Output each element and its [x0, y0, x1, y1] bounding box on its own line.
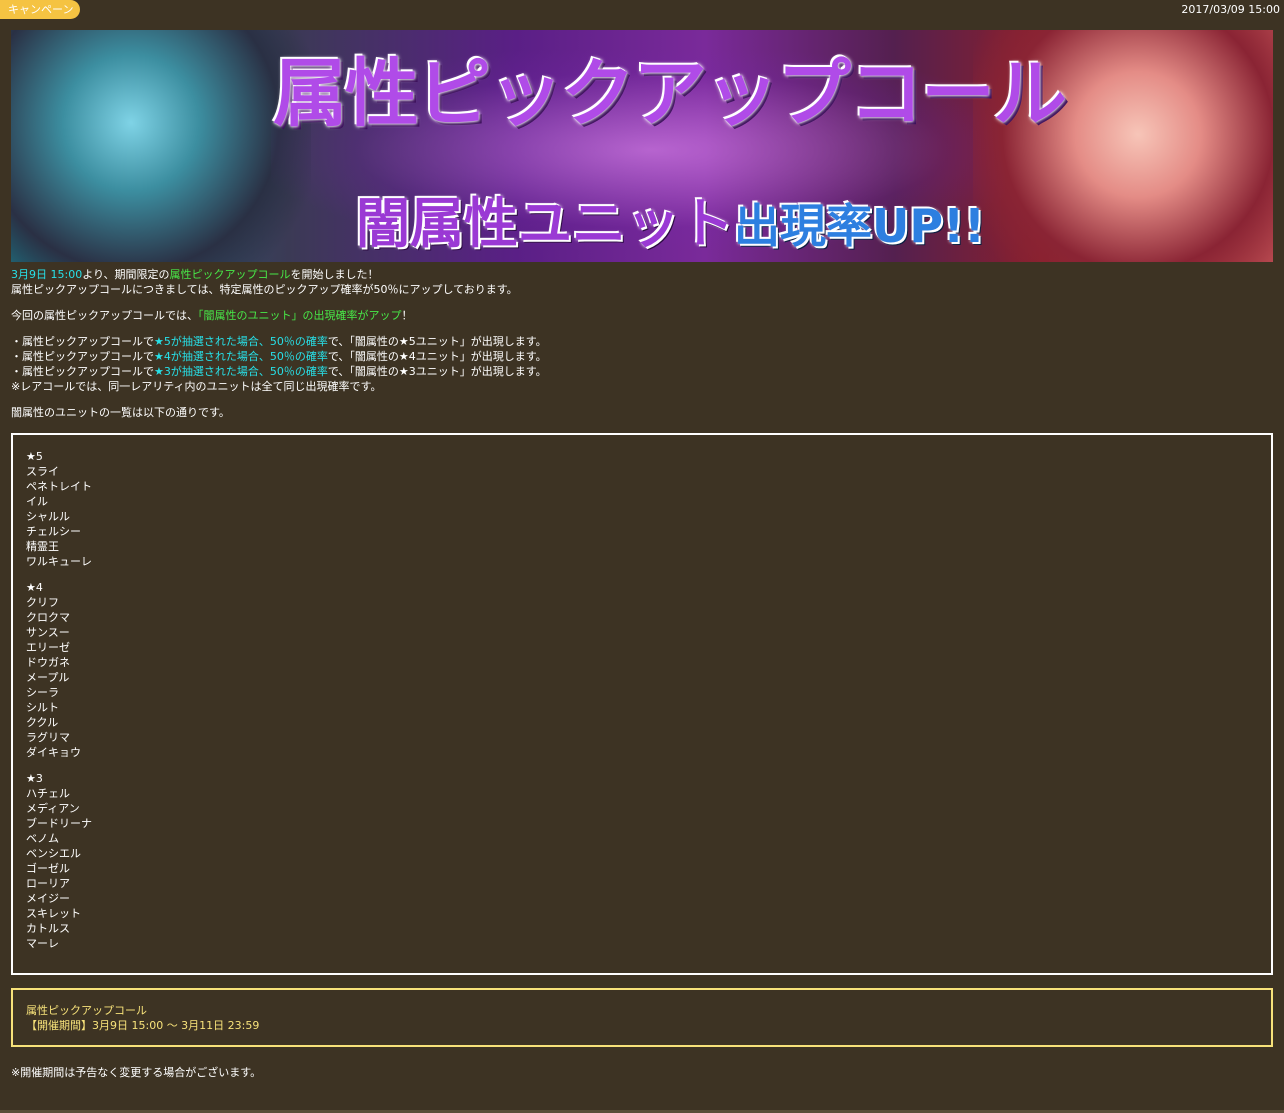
rate-line: ・属性ピックアップコールで★4が抽選された場合、50％の確率で、「闇属性の★4ユ…: [11, 350, 547, 363]
unit-name: メープル: [26, 671, 70, 684]
unit-name: ベンシエル: [26, 847, 81, 860]
event-period-box: 属性ピックアップコール 【開催期間】3月9日 15:00 ～ 3月11日 23:…: [11, 988, 1273, 1047]
rare-call-note: ※レアコールでは、同一レアリティ内のユニットは全て同じ出現確率です。: [11, 380, 382, 393]
schedule-note: ※開催期間は予告なく変更する場合がございます。: [11, 1066, 262, 1079]
unit-name: ラグリマ: [26, 731, 70, 744]
banner-subtitle-main: 闇属性ユニット: [356, 192, 734, 255]
unit-name: 精霊王: [26, 540, 59, 553]
rarity-heading: ★4: [26, 581, 43, 594]
unit-name: シーラ: [26, 686, 59, 699]
unit-name: ブードリーナ: [26, 817, 92, 830]
event-name-highlight: 属性ピックアップコール: [169, 268, 291, 281]
unit-name: ククル: [26, 716, 59, 729]
unit-name: マーレ: [26, 937, 59, 950]
unit-name: メディアン: [26, 802, 80, 815]
rate-suffix: で、「闇属性の★3ユニット」が出現します。: [327, 365, 547, 378]
unit-name: サンスー: [26, 626, 70, 639]
rate-suffix: で、「闇属性の★4ユニット」が出現します。: [327, 350, 547, 363]
unit-name: ベノム: [26, 832, 59, 845]
unit-name: ダイキョウ: [26, 746, 81, 759]
unit-name: メイジー: [26, 892, 70, 905]
rarity-heading: ★3: [26, 772, 43, 785]
rate-highlight: ★3が抽選された場合、50％の確率: [154, 365, 328, 378]
unit-list-box: ★5 スライペネトレイト イルシャルルチェルシー精霊王ワルキューレ ★4 クリフクロクマ…: [11, 433, 1273, 975]
unit-name: ドウガネ: [26, 656, 70, 669]
intro-text-end: を開始しました！: [290, 268, 379, 281]
intro-paragraph: 3月9日 15:00より、期間限定の属性ピックアップコールを開始しました！ 属性…: [11, 267, 1273, 297]
rarity-heading: ★5: [26, 450, 43, 463]
banner-subtitle: 闇属性ユニット出現率UP!!: [356, 184, 985, 262]
unit-name: カトルス: [26, 922, 70, 935]
banner-subtitle-up: 出現率UP!!: [734, 199, 986, 253]
rate-highlight: ★4が抽選された場合、50％の確率: [154, 350, 328, 363]
rate-line: ・属性ピックアップコールで★3が抽選された場合、50％の確率で、「闇属性の★3ユ…: [11, 365, 547, 378]
unit-name: クリフ: [26, 596, 59, 609]
start-time: 3月9日 15:00: [11, 268, 83, 281]
intro-text: より、期間限定の: [82, 268, 170, 281]
unit-name: ハチェル: [26, 787, 70, 800]
rate-prefix: ・属性ピックアップコールで: [11, 365, 154, 378]
banner-character-left: [11, 30, 311, 262]
unit-name: ローリア: [26, 877, 70, 890]
unit-name: エリーゼ: [26, 641, 70, 654]
rate-highlight: ★5が抽選された場合、50％の確率: [154, 335, 328, 348]
pickup-highlight: 「闇属性のユニット」の出現確率がアップ: [198, 309, 402, 322]
pickup-text-end: ！: [401, 309, 413, 322]
intro-line-2: 属性ピックアップコールにつきましては、特定属性のピックアップ確率が50％にアップ…: [11, 283, 518, 296]
period-range: 【開催期間】3月9日 15:00 ～ 3月11日 23:59: [26, 1019, 260, 1032]
unit-name: ワルキューレ: [26, 555, 92, 568]
top-bar: キャンペーン 2017/03/09 15:00: [0, 0, 1284, 20]
unit-name: ペネトレイト: [26, 480, 92, 493]
unit-name: ゴーゼル: [26, 862, 70, 875]
rate-prefix: ・属性ピックアップコールで: [11, 350, 154, 363]
period-title: 属性ピックアップコール: [26, 1004, 147, 1017]
rate-line: ・属性ピックアップコールで★5が抽選された場合、50％の確率で、「闇属性の★5ユ…: [11, 335, 547, 348]
rate-list: ・属性ピックアップコールで★5が抽選された場合、50％の確率で、「闇属性の★5ユ…: [11, 334, 1273, 394]
rate-prefix: ・属性ピックアップコールで: [11, 335, 154, 348]
banner-title: 属性ピックアップコール: [273, 51, 1067, 137]
article-body: 3月9日 15:00より、期間限定の属性ピックアップコールを開始しました！ 属性…: [11, 267, 1273, 431]
post-date: 2017/03/09 15:00: [1181, 3, 1280, 16]
unit-name: クロクマ: [26, 611, 70, 624]
unit-name: スライ: [26, 465, 59, 478]
pickup-text: 今回の属性ピックアップコールでは、: [11, 309, 198, 322]
unit-name: イル: [26, 495, 48, 508]
unit-name: スキレット: [26, 907, 81, 920]
event-banner: 属性ピックアップコール 闇属性ユニット出現率UP!!: [11, 30, 1273, 262]
pickup-paragraph: 今回の属性ピックアップコールでは、「闇属性のユニット」の出現確率がアップ！: [11, 308, 1273, 323]
unit-name: チェルシー: [26, 525, 81, 538]
category-tag[interactable]: キャンペーン: [0, 0, 80, 19]
unit-name: シルト: [26, 701, 59, 714]
unit-group: ★3 ハチェルメディアンブードリーナ ベノムベンシエルゴーゼルローリアメイジースキレ…: [26, 771, 1258, 951]
unit-group: ★4 クリフクロクマサンスーエリーゼドウガネメープルシーラシルトククルラグリマダイ…: [26, 580, 1258, 760]
unit-list-intro: 闇属性のユニットの一覧は以下の通りです。: [11, 406, 230, 419]
unit-name: シャルル: [26, 510, 70, 523]
unit-group: ★5 スライペネトレイト イルシャルルチェルシー精霊王ワルキューレ: [26, 449, 1258, 569]
rate-suffix: で、「闇属性の★5ユニット」が出現します。: [327, 335, 547, 348]
